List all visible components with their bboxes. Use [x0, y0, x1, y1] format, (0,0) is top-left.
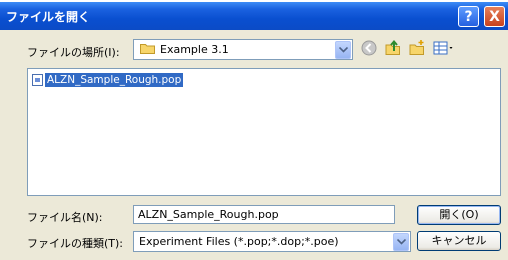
up-folder-icon[interactable]: [384, 39, 402, 57]
file-list[interactable]: ALZN_Sample_Rough.pop: [27, 68, 501, 196]
filetype-label: ファイルの種類(T):: [27, 237, 124, 250]
chevron-down-icon[interactable]: [393, 233, 409, 251]
chevron-down-icon[interactable]: [335, 41, 351, 59]
help-button[interactable]: ?: [458, 6, 479, 27]
folder-icon: [140, 44, 155, 54]
location-value: Example 3.1: [160, 43, 229, 56]
window-title: ファイルを開く: [6, 10, 91, 24]
new-folder-icon[interactable]: [408, 39, 426, 57]
list-item[interactable]: ALZN_Sample_Rough.pop: [32, 73, 184, 87]
open-file-dialog: ファイルを開く ? X ファイルの場所(I): Example 3.1 ALZN…: [0, 2, 508, 260]
title-bar[interactable]: ファイルを開く ? X: [0, 2, 508, 30]
filetype-value: Experiment Files (*.pop;*.dop;*.poe): [139, 235, 339, 248]
filename-input[interactable]: ALZN_Sample_Rough.pop: [133, 205, 395, 224]
back-icon[interactable]: [360, 39, 378, 57]
location-label: ファイルの場所(I):: [27, 46, 120, 59]
cancel-button[interactable]: キャンセル: [417, 231, 501, 251]
filetype-combobox[interactable]: Experiment Files (*.pop;*.dop;*.poe): [133, 231, 411, 252]
open-button[interactable]: 開く(O): [417, 205, 501, 225]
close-button[interactable]: X: [484, 6, 505, 27]
location-combobox[interactable]: Example 3.1: [133, 39, 353, 60]
file-icon: [32, 74, 43, 86]
filename-label: ファイル名(N):: [27, 211, 103, 224]
file-name: ALZN_Sample_Rough.pop: [45, 73, 184, 87]
filename-value: ALZN_Sample_Rough.pop: [138, 208, 279, 221]
view-menu-icon[interactable]: [432, 39, 456, 57]
